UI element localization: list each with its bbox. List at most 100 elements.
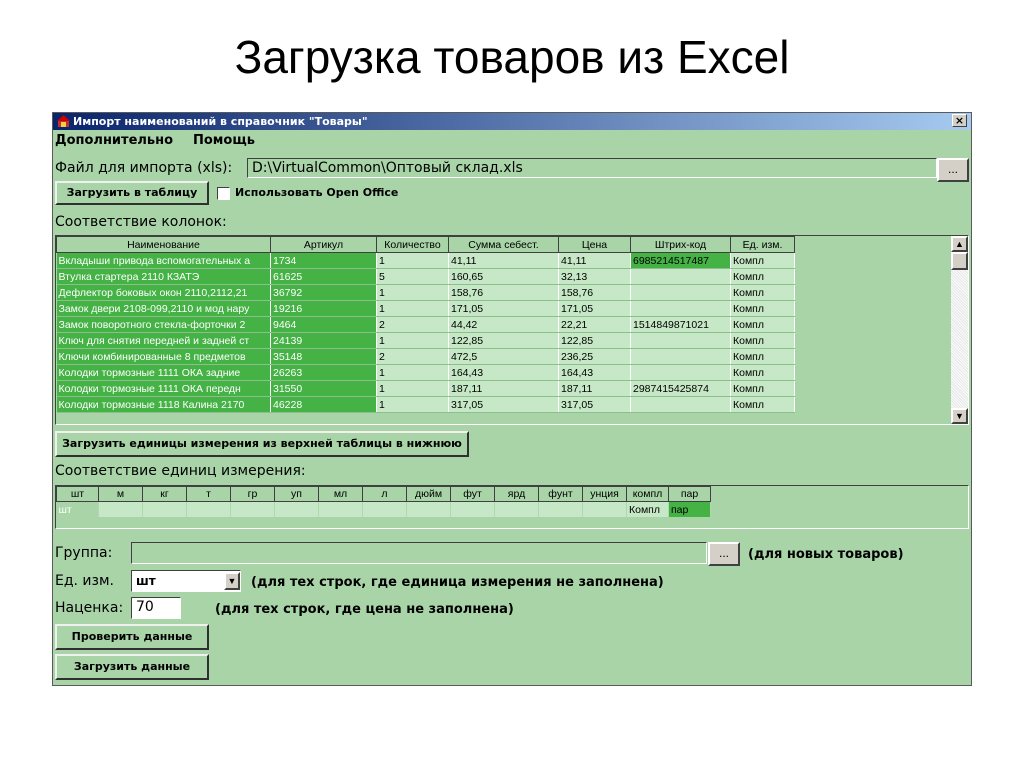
table-cell[interactable]: Компл <box>730 252 795 269</box>
units-value-cell[interactable] <box>582 501 627 517</box>
units-header-cell[interactable]: фут <box>450 486 495 502</box>
units-value-cell[interactable] <box>406 501 451 517</box>
table-cell[interactable]: Компл <box>730 348 795 365</box>
table-cell[interactable]: 317,05 <box>448 396 559 413</box>
units-header-cell[interactable]: л <box>362 486 407 502</box>
scroll-up-icon[interactable]: ▲ <box>951 236 968 252</box>
table-cell[interactable]: 9464 <box>270 316 377 333</box>
table-row[interactable]: Дефлектор боковых окон 2110,2112,21 36792… <box>56 284 795 301</box>
table-cell[interactable]: 1 <box>376 332 449 349</box>
table-cell[interactable]: 26263 <box>270 364 377 381</box>
table-row[interactable]: Колодки тормозные 1111 ОКА передн 31550 1 1… <box>56 380 795 397</box>
units-header-cell[interactable]: м <box>98 486 143 502</box>
units-value-cell[interactable] <box>98 501 143 517</box>
table-cell[interactable]: 1 <box>376 300 449 317</box>
units-value-cell[interactable] <box>318 501 363 517</box>
table-cell[interactable]: Компл <box>730 332 795 349</box>
table-cell[interactable]: Колодки тормозные 1111 ОКА передн <box>56 380 271 397</box>
group-browse-button[interactable]: ... <box>708 542 740 566</box>
units-header-cell[interactable]: гр <box>230 486 275 502</box>
table-cell[interactable]: 19216 <box>270 300 377 317</box>
table-cell[interactable]: 24139 <box>270 332 377 349</box>
table-row[interactable]: Ключи комбинированные 8 предметов 35148 2 4… <box>56 348 795 365</box>
table-cell[interactable]: Компл <box>730 284 795 301</box>
table-cell[interactable] <box>630 268 731 285</box>
units-value-cell[interactable] <box>494 501 539 517</box>
units-header-cell[interactable]: пар <box>668 486 711 502</box>
table-cell[interactable]: Компл <box>730 380 795 397</box>
units-header-cell[interactable]: компл <box>626 486 669 502</box>
scroll-thumb[interactable] <box>951 252 968 270</box>
units-header-cell[interactable]: фунт <box>538 486 583 502</box>
group-input[interactable] <box>131 542 707 564</box>
col-header-quantity[interactable]: Количество <box>376 236 449 253</box>
table-cell[interactable]: Компл <box>730 396 795 413</box>
units-header-cell[interactable]: ярд <box>494 486 539 502</box>
table-row[interactable]: Ключ для снятия передней и задней ст 2413… <box>56 332 795 349</box>
table-cell[interactable]: 2987415425874 <box>630 380 731 397</box>
table-cell[interactable]: Замок двери 2108-099,2110 и мод нару <box>56 300 271 317</box>
col-header-price[interactable]: Цена <box>558 236 631 253</box>
menu-item-additional[interactable]: Дополнительно <box>55 133 173 148</box>
col-header-article[interactable]: Артикул <box>270 236 377 253</box>
table-cell[interactable]: 236,25 <box>558 348 631 365</box>
table-cell[interactable]: 41,11 <box>558 252 631 269</box>
units-value-cell[interactable] <box>142 501 187 517</box>
table-cell[interactable]: Втулка стартера 2110 КЗАТЭ <box>56 268 271 285</box>
table-cell[interactable]: 164,43 <box>558 364 631 381</box>
scroll-down-icon[interactable]: ▼ <box>951 408 968 424</box>
units-header-cell[interactable]: кг <box>142 486 187 502</box>
table-cell[interactable] <box>630 300 731 317</box>
table-cell[interactable]: 122,85 <box>448 332 559 349</box>
table-cell[interactable]: Замок поворотного стекла-форточки 2 <box>56 316 271 333</box>
table-cell[interactable]: Ключ для снятия передней и задней ст <box>56 332 271 349</box>
check-data-button[interactable]: Проверить данные <box>55 624 209 650</box>
table-cell[interactable]: 122,85 <box>558 332 631 349</box>
chevron-down-icon[interactable]: ▼ <box>224 572 240 590</box>
units-value-cell[interactable] <box>274 501 319 517</box>
units-value-cell[interactable]: Компл <box>626 501 669 517</box>
products-vertical-scrollbar[interactable]: ▲ ▼ <box>951 236 968 424</box>
close-button[interactable]: × <box>952 114 967 127</box>
table-cell[interactable]: 22,21 <box>558 316 631 333</box>
table-cell[interactable]: Колодки тормозные 1111 ОКА задние <box>56 364 271 381</box>
table-row[interactable]: Колодки тормозные 1118 Калина 2170 46228 1… <box>56 396 795 413</box>
table-cell[interactable]: 171,05 <box>558 300 631 317</box>
units-value-cell[interactable] <box>362 501 407 517</box>
table-cell[interactable]: Компл <box>730 364 795 381</box>
table-row[interactable]: Замок поворотного стекла-форточки 2 9464 2… <box>56 316 795 333</box>
table-cell[interactable]: 6985214517487 <box>630 252 731 269</box>
table-row[interactable]: Втулка стартера 2110 КЗАТЭ 61625 5 160,65 32… <box>56 268 795 285</box>
table-cell[interactable]: 2 <box>376 348 449 365</box>
units-value-cell[interactable] <box>450 501 495 517</box>
units-grid[interactable]: шт м кг т гр уп мл л дюйм фут ярд фунт унция компл пар… <box>55 485 969 529</box>
table-cell[interactable]: 164,43 <box>448 364 559 381</box>
col-header-unit[interactable]: Ед. изм. <box>730 236 795 253</box>
table-cell[interactable]: 44,42 <box>448 316 559 333</box>
table-cell[interactable]: 5 <box>376 268 449 285</box>
table-cell[interactable]: Компл <box>730 316 795 333</box>
table-cell[interactable]: 41,11 <box>448 252 559 269</box>
units-value-cell[interactable] <box>186 501 231 517</box>
table-cell[interactable]: Компл <box>730 300 795 317</box>
load-units-button[interactable]: Загрузить единицы измерения из верхней т… <box>55 431 469 457</box>
table-cell[interactable]: 46228 <box>270 396 377 413</box>
table-cell[interactable]: 36792 <box>270 284 377 301</box>
table-cell[interactable]: 171,05 <box>448 300 559 317</box>
markup-input[interactable]: 70 <box>131 597 181 619</box>
units-header-cell[interactable]: унция <box>582 486 627 502</box>
table-cell[interactable]: 158,76 <box>558 284 631 301</box>
table-cell[interactable]: 2 <box>376 316 449 333</box>
table-cell[interactable]: Колодки тормозные 1118 Калина 2170 <box>56 396 271 413</box>
table-cell[interactable] <box>630 364 731 381</box>
load-to-table-button[interactable]: Загрузить в таблицу <box>55 181 209 205</box>
table-cell[interactable]: Дефлектор боковых окон 2110,2112,21 <box>56 284 271 301</box>
units-value-cell[interactable]: шт <box>56 501 99 517</box>
table-cell[interactable]: 32,13 <box>558 268 631 285</box>
open-office-checkbox[interactable] <box>217 187 230 200</box>
table-row[interactable]: Колодки тормозные 1111 ОКА задние 26263 1 1… <box>56 364 795 381</box>
table-cell[interactable]: 187,11 <box>558 380 631 397</box>
table-cell[interactable]: 1734 <box>270 252 377 269</box>
table-cell[interactable]: 1 <box>376 252 449 269</box>
table-cell[interactable]: 61625 <box>270 268 377 285</box>
